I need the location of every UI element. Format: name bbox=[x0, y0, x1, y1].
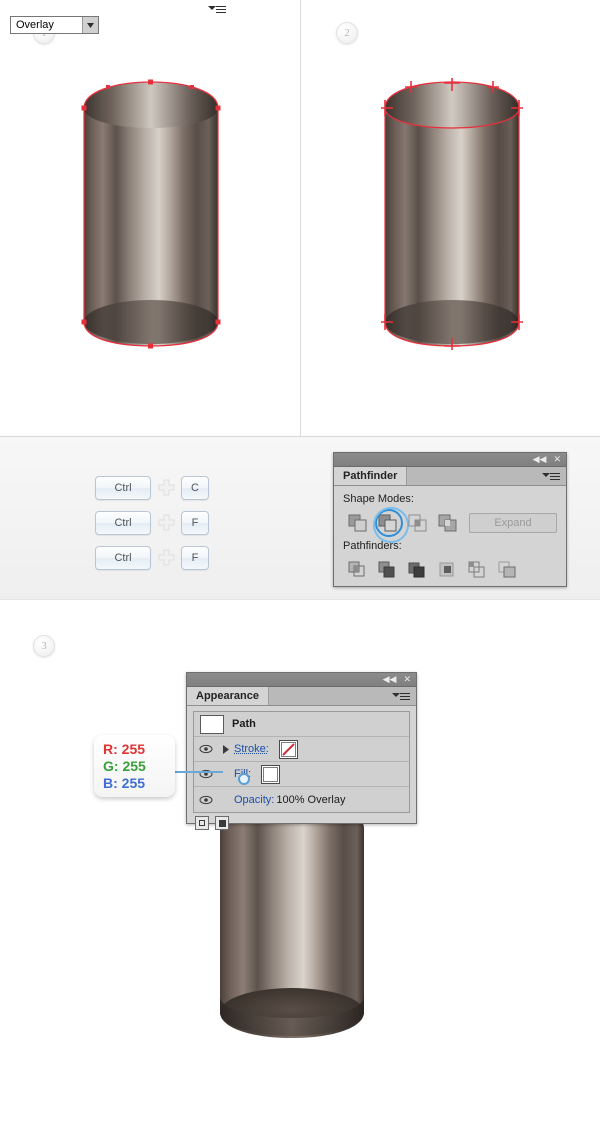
cylinder-artwork-1 bbox=[80, 78, 222, 350]
cylinder-artwork-2 bbox=[381, 78, 523, 350]
opacity-value: 100% Overlay bbox=[276, 793, 346, 806]
callout-connector-line bbox=[175, 771, 223, 773]
new-fill-button[interactable] bbox=[195, 816, 209, 830]
path-label: Path bbox=[232, 718, 256, 730]
pathfinder-tabfill bbox=[407, 467, 566, 485]
expand-button[interactable]: Expand bbox=[469, 513, 557, 533]
artboard-pane-2: 2 bbox=[300, 0, 600, 436]
appearance-list: Path Stroke: Fill: bbox=[193, 711, 410, 813]
step-badge-3: 3 bbox=[33, 635, 55, 657]
appearance-row-fill[interactable]: Fill: bbox=[194, 762, 409, 787]
rgb-red-value: R: 255 bbox=[103, 741, 146, 757]
collapse-icon[interactable]: ◀◀ bbox=[383, 675, 397, 684]
step-badge-2: 2 bbox=[336, 22, 358, 44]
blend-mode-value: Overlay bbox=[16, 19, 54, 31]
disclosure-triangle-icon[interactable] bbox=[218, 744, 234, 754]
tab-pathfinder[interactable]: Pathfinder bbox=[334, 467, 408, 485]
duplicate-item-button[interactable] bbox=[215, 816, 229, 830]
trim-icon[interactable] bbox=[373, 557, 403, 583]
opacity-label[interactable]: Opacity: bbox=[234, 794, 274, 806]
divide-icon[interactable] bbox=[343, 557, 373, 583]
appearance-row-opacity[interactable]: Opacity: 100% Overlay bbox=[194, 787, 409, 812]
blend-mode-select[interactable]: Overlay bbox=[10, 16, 100, 34]
pathfinders-label: Pathfinders: bbox=[343, 540, 402, 552]
panel-menu-icon[interactable] bbox=[392, 691, 411, 701]
pathfinder-tabrow: Pathfinder bbox=[334, 467, 566, 486]
pathfinder-body: Shape Modes: Expand Pathfinders: bbox=[334, 486, 566, 591]
pathfinders-row bbox=[343, 557, 557, 583]
key-ctrl-3: Ctrl bbox=[95, 545, 151, 570]
appearance-tabfill bbox=[269, 687, 416, 705]
key-letter-1: C bbox=[181, 475, 209, 500]
minus-back-icon[interactable] bbox=[493, 557, 523, 583]
rgb-blue-value: B: 255 bbox=[103, 775, 146, 791]
appearance-row-stroke[interactable]: Stroke: bbox=[194, 737, 409, 762]
chevron-down-icon[interactable] bbox=[82, 17, 99, 33]
panel-menu-icon[interactable] bbox=[542, 471, 561, 481]
plus-icon-1 bbox=[151, 479, 181, 496]
artboard-pane-1: 1 bbox=[0, 0, 300, 436]
appearance-panel: ◀◀ ✕ Appearance Path Stroke: Opacity: 10… bbox=[186, 672, 417, 830]
key-letter-2: F bbox=[181, 510, 209, 535]
rgb-green-value: G: 255 bbox=[103, 758, 146, 774]
panel-menu-icon[interactable] bbox=[208, 4, 227, 14]
merge-icon[interactable] bbox=[403, 557, 433, 583]
close-icon[interactable]: ✕ bbox=[553, 455, 561, 464]
tab-appearance[interactable]: Appearance bbox=[187, 687, 269, 705]
white-fill-swatch[interactable] bbox=[261, 764, 281, 784]
none-stroke-swatch[interactable] bbox=[278, 739, 298, 759]
shortcut-row-1: Ctrl C bbox=[95, 470, 209, 505]
cylinder-artwork-3 bbox=[216, 800, 368, 1055]
key-ctrl-1: Ctrl bbox=[95, 475, 151, 500]
path-thumbnail bbox=[200, 714, 224, 734]
rgb-value-callout: R: 255 G: 255 B: 255 bbox=[94, 735, 175, 797]
canvas-section-top: 思缘设计论坛WWW.MISSYUAN.COM 1 bbox=[0, 0, 600, 437]
unite-icon[interactable] bbox=[343, 510, 373, 536]
fill-target-indicator[interactable] bbox=[238, 773, 250, 785]
key-letter-3: F bbox=[181, 545, 209, 570]
key-ctrl-2: Ctrl bbox=[95, 510, 151, 535]
close-icon[interactable]: ✕ bbox=[403, 675, 411, 684]
appearance-footer bbox=[187, 813, 416, 830]
keyboard-shortcuts-group: Ctrl C Ctrl F Ctrl F bbox=[95, 470, 209, 575]
outline-icon[interactable] bbox=[463, 557, 493, 583]
pathfinder-panel: ◀◀ ✕ Pathfinder Shape Modes: Expand Path… bbox=[333, 452, 567, 587]
exclude-icon[interactable] bbox=[433, 510, 463, 536]
pathfinder-titlebar: ◀◀ ✕ bbox=[334, 453, 566, 467]
crop-icon[interactable] bbox=[433, 557, 463, 583]
appearance-titlebar: ◀◀ ✕ bbox=[187, 673, 416, 687]
appearance-tabrow: Appearance bbox=[187, 687, 416, 706]
plus-icon-2 bbox=[151, 514, 181, 531]
minus-front-icon[interactable] bbox=[373, 507, 409, 543]
shortcut-row-3: Ctrl F bbox=[95, 540, 209, 575]
eye-icon[interactable] bbox=[194, 795, 218, 805]
intersect-icon[interactable] bbox=[403, 510, 433, 536]
eye-icon[interactable] bbox=[194, 744, 218, 754]
appearance-row-path[interactable]: Path bbox=[194, 712, 409, 737]
selected-mode-highlight bbox=[373, 507, 409, 543]
shortcut-row-2: Ctrl F bbox=[95, 505, 209, 540]
shape-modes-label: Shape Modes: bbox=[343, 493, 414, 505]
collapse-icon[interactable]: ◀◀ bbox=[533, 455, 547, 464]
stroke-label[interactable]: Stroke: bbox=[234, 743, 269, 755]
shape-modes-row: Expand bbox=[343, 507, 557, 543]
plus-icon-3 bbox=[151, 549, 181, 566]
